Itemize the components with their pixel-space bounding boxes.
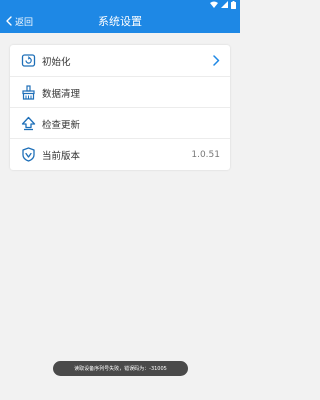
page-title: 系统设置: [98, 15, 142, 28]
back-label: 返回: [15, 17, 34, 28]
toast-message: 读取设备序列号失败，错误码为：-31005: [53, 361, 188, 376]
chevron-left-icon: [6, 16, 12, 26]
battery-icon: [231, 0, 236, 9]
settings-item-initialize[interactable]: 初始化: [10, 45, 230, 76]
update-icon: [21, 116, 36, 131]
status-icons: [210, 0, 236, 9]
reset-icon: [21, 53, 36, 68]
wifi-icon: [210, 1, 218, 8]
app-bar: 返回 系统设置: [0, 9, 240, 33]
settings-item-check-update[interactable]: 检查更新: [10, 107, 230, 138]
shield-icon: [21, 147, 36, 162]
settings-item-data-cleanup[interactable]: 数据清理: [10, 76, 230, 107]
settings-item-current-version: 当前版本 1.0.51: [10, 138, 230, 169]
settings-item-label: 初始化: [42, 56, 71, 68]
chevron-right-icon: [213, 55, 220, 66]
back-button[interactable]: 返回: [6, 9, 33, 33]
status-bar: [0, 0, 240, 9]
settings-card: 初始化 数据清理 检查更新 当前版本 1.0.51: [10, 45, 230, 170]
signal-icon: [221, 1, 228, 8]
version-value: 1.0.51: [191, 149, 220, 160]
settings-item-label: 检查更新: [42, 119, 81, 131]
broom-icon: [21, 85, 36, 100]
settings-item-label: 当前版本: [42, 150, 81, 162]
settings-item-label: 数据清理: [42, 88, 81, 100]
